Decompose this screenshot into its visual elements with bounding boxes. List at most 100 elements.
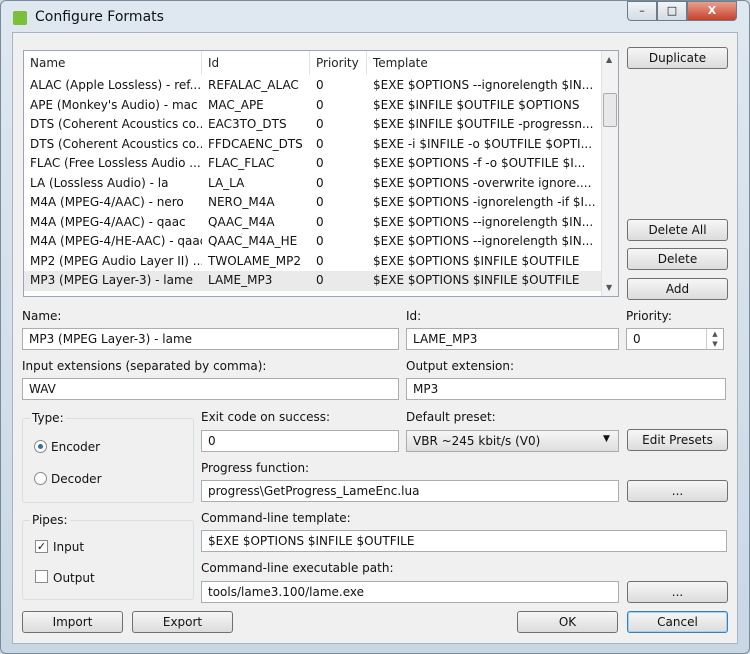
table-cell: $EXE $OPTIONS -ignorelength -if $I... bbox=[373, 195, 596, 209]
table-cell: MP2 (MPEG Audio Layer II) ... bbox=[30, 253, 202, 268]
exit-code-label: Exit code on success: bbox=[201, 410, 331, 424]
close-button[interactable]: X bbox=[687, 1, 737, 21]
table-row[interactable]: DTS (Coherent Acoustics co... EAC3TO_DTS 0… bbox=[24, 115, 602, 135]
command-template-input[interactable]: $EXE $OPTIONS $INFILE $OUTFILE bbox=[201, 530, 727, 552]
id-input[interactable]: LAME_MP3 bbox=[406, 328, 619, 350]
table-cell: $EXE $INFILE $OUTFILE $OPTIONS bbox=[373, 97, 580, 112]
input-extensions-input[interactable]: WAV bbox=[22, 378, 399, 400]
browse-executable-button[interactable]: ... bbox=[627, 581, 728, 603]
maximize-button[interactable]: □ bbox=[657, 1, 687, 21]
pipe-input-label[interactable]: Input bbox=[53, 540, 84, 554]
pipes-label: Pipes: bbox=[30, 513, 70, 527]
table-row[interactable]: LA (Lossless Audio) - la LA_LA 0 $EXE $OPTI… bbox=[24, 174, 602, 194]
decoder-label[interactable]: Decoder bbox=[51, 472, 102, 486]
table-cell: REFALAC_ALAC bbox=[208, 78, 299, 92]
table-cell: 0 bbox=[316, 253, 324, 268]
table-cell: $EXE $OPTIONS -f -o $OUTFILE $I... bbox=[373, 156, 586, 170]
table-cell: M4A (MPEG-4/AAC) - nero bbox=[30, 195, 184, 209]
table-row[interactable]: DTS (Coherent Acoustics co... FFDCAENC_DT… bbox=[24, 135, 602, 155]
table-cell: FFDCAENC_DTS bbox=[208, 136, 303, 151]
pipe-output-label[interactable]: Output bbox=[53, 571, 95, 585]
table-row[interactable]: MP2 (MPEG Audio Layer II) ... TWOLAME_MP2… bbox=[24, 252, 602, 272]
exit-code-input[interactable]: 0 bbox=[201, 430, 399, 452]
default-preset-label: Default preset: bbox=[406, 410, 496, 424]
browse-progress-button[interactable]: ... bbox=[627, 480, 728, 502]
cancel-button[interactable]: Cancel bbox=[627, 611, 728, 633]
table-row[interactable]: M4A (MPEG-4/AAC) - nero NERO_M4A 0 $EXE $OP… bbox=[24, 193, 602, 213]
table-cell: $EXE $OPTIONS $INFILE $OUTFILE bbox=[373, 253, 580, 268]
table-row-partial[interactable] bbox=[24, 291, 602, 296]
table-row[interactable]: APE (Monkey's Audio) - mac MAC_APE 0 $EXE $… bbox=[24, 96, 602, 116]
scroll-down-icon[interactable]: ▼ bbox=[606, 283, 612, 292]
output-extension-input[interactable]: MP3 bbox=[406, 378, 726, 400]
executable-path-input[interactable]: tools/lame3.100/lame.exe bbox=[201, 581, 619, 603]
table-cell: NERO_M4A bbox=[208, 195, 275, 209]
priority-label: Priority: bbox=[626, 309, 672, 323]
progress-function-label: Progress function: bbox=[201, 461, 310, 475]
table-cell: M4A (MPEG-4/HE-AAC) - qaac bbox=[30, 234, 202, 248]
table-cell: EAC3TO_DTS bbox=[208, 117, 287, 131]
table-row[interactable]: ALAC (Apple Lossless) - ref... REFALAC_AL… bbox=[24, 76, 602, 96]
command-template-label: Command-line template: bbox=[201, 511, 351, 525]
name-input[interactable]: MP3 (MPEG Layer-3) - lame bbox=[22, 328, 399, 350]
encoder-label[interactable]: Encoder bbox=[51, 440, 100, 454]
table-cell: TWOLAME_MP2 bbox=[208, 253, 301, 268]
encoder-radio[interactable] bbox=[34, 440, 47, 453]
add-button[interactable]: Add bbox=[627, 278, 728, 300]
table-cell: MP3 (MPEG Layer-3) - lame bbox=[30, 273, 194, 287]
table-cell: $EXE $OPTIONS --ignorelength $IN... bbox=[373, 234, 594, 248]
id-label: Id: bbox=[406, 309, 422, 323]
table-cell: LA (Lossless Audio) - la bbox=[30, 175, 169, 190]
import-button[interactable]: Import bbox=[22, 611, 123, 633]
pipe-output-checkbox[interactable] bbox=[35, 570, 48, 583]
table-cell: M4A (MPEG-4/AAC) - qaac bbox=[30, 214, 186, 229]
table-scrollbar[interactable]: ▲ ▼ bbox=[601, 51, 618, 296]
export-button[interactable]: Export bbox=[132, 611, 233, 633]
duplicate-button[interactable]: Duplicate bbox=[627, 47, 728, 69]
table-row[interactable]: M4A (MPEG-4/HE-AAC) - qaac QAAC_M4A_HE 0 $E… bbox=[24, 232, 602, 252]
formats-table: Name Id Priority Template ALAC (Apple Lo… bbox=[23, 50, 619, 297]
table-cell: LAME_MP3 bbox=[208, 273, 273, 287]
output-extension-label: Output extension: bbox=[406, 359, 515, 373]
column-header-template[interactable]: Template bbox=[367, 51, 602, 75]
scroll-thumb[interactable] bbox=[603, 93, 617, 127]
table-cell: $EXE $OPTIONS $INFILE $OUTFILE bbox=[373, 273, 580, 287]
table-cell: MAC_APE bbox=[208, 97, 264, 112]
table-cell: FLAC_FLAC bbox=[208, 156, 275, 170]
decoder-radio[interactable] bbox=[34, 472, 47, 485]
table-cell: 0 bbox=[316, 195, 324, 209]
table-cell: ALAC (Apple Lossless) - ref... bbox=[30, 78, 202, 92]
progress-function-input[interactable]: progress\GetProgress_LameEnc.lua bbox=[201, 480, 619, 502]
table-cell: 0 bbox=[316, 234, 324, 248]
scroll-up-icon[interactable]: ▲ bbox=[606, 55, 612, 64]
type-group bbox=[22, 418, 194, 503]
table-row[interactable]: FLAC (Free Lossless Audio ... FLAC_FLAC 0 $… bbox=[24, 154, 602, 174]
type-label: Type: bbox=[30, 411, 66, 425]
delete-button[interactable]: Delete bbox=[627, 248, 728, 270]
column-header-name[interactable]: Name bbox=[24, 51, 202, 75]
table-cell: QAAC_M4A_HE bbox=[208, 234, 298, 248]
delete-all-button[interactable]: Delete All bbox=[627, 219, 728, 241]
table-cell: LA_LA bbox=[208, 175, 245, 190]
ok-button[interactable]: OK bbox=[517, 611, 618, 633]
spin-arrows-icon[interactable]: ▲ ▼ bbox=[706, 329, 723, 349]
executable-path-label: Command-line executable path: bbox=[201, 561, 394, 575]
pipes-group bbox=[22, 520, 194, 600]
column-header-priority[interactable]: Priority bbox=[310, 51, 367, 75]
app-icon bbox=[13, 11, 27, 25]
edit-presets-button[interactable]: Edit Presets bbox=[627, 429, 728, 451]
table-cell: QAAC_M4A bbox=[208, 214, 275, 229]
table-cell: APE (Monkey's Audio) - mac bbox=[30, 97, 198, 112]
table-cell: $EXE $INFILE $OUTFILE -progressn... bbox=[373, 117, 594, 131]
table-cell: 0 bbox=[316, 97, 324, 112]
table-cell: $EXE -i $INFILE -o $OUTFILE $OPTI... bbox=[373, 136, 593, 151]
table-cell: 0 bbox=[316, 156, 324, 170]
column-header-id[interactable]: Id bbox=[202, 51, 310, 75]
default-preset-select[interactable]: VBR ~245 kbit/s (V0) bbox=[406, 430, 619, 452]
minimize-button[interactable]: – bbox=[627, 1, 657, 21]
chevron-down-icon: ▼ bbox=[603, 434, 610, 444]
input-extensions-label: Input extensions (separated by comma): bbox=[22, 359, 267, 373]
table-row[interactable]: MP3 (MPEG Layer-3) - lame LAME_MP3 0 $EXE $… bbox=[24, 271, 602, 291]
pipe-input-checkbox[interactable]: ✓ bbox=[35, 540, 48, 553]
table-row[interactable]: M4A (MPEG-4/AAC) - qaac QAAC_M4A 0 $EXE $OP… bbox=[24, 213, 602, 233]
